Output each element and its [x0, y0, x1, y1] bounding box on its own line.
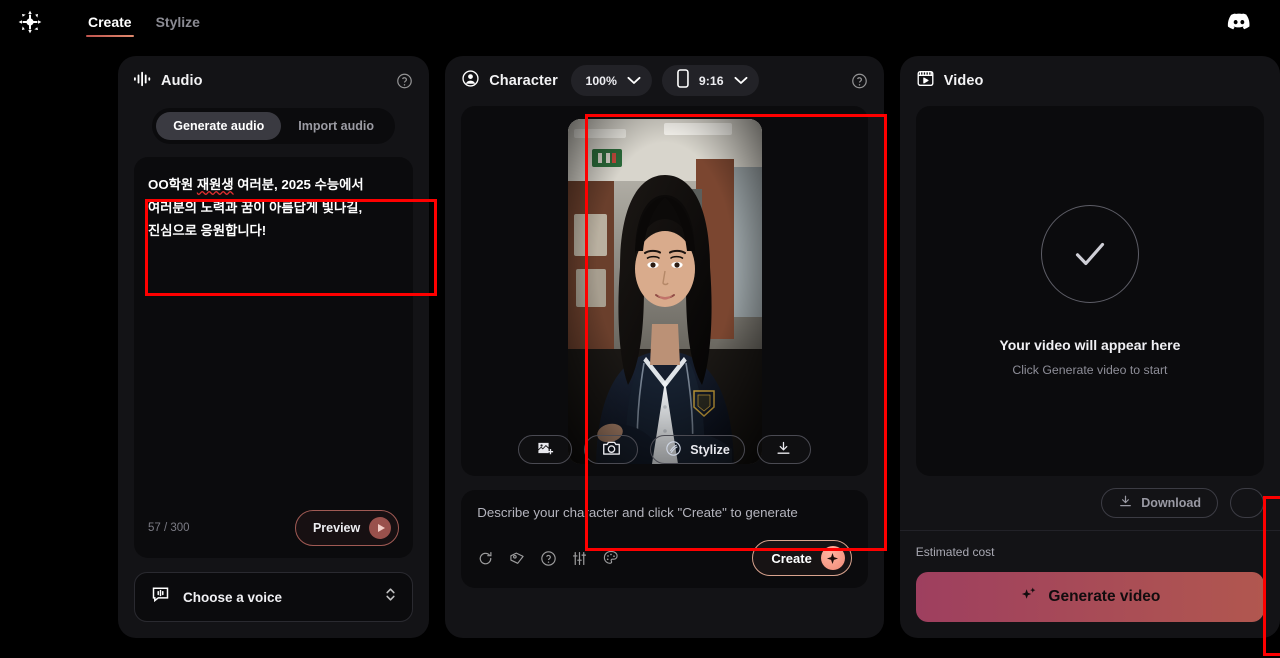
video-empty-state: Your video will appear here Click Genera…: [915, 106, 1264, 476]
video-panel-header: Video: [900, 56, 1280, 106]
check-icon: [1040, 205, 1139, 303]
main-nav: Create Stylize: [76, 0, 212, 44]
waveform-icon: [134, 71, 152, 92]
video-secondary-action-button[interactable]: [1230, 488, 1264, 518]
workspace: Audio Generate audio Import audio OO학원 재…: [0, 44, 1280, 658]
create-button[interactable]: Create: [752, 540, 852, 576]
character-header-controls: 100% 9:16: [570, 65, 759, 96]
character-portrait-image[interactable]: [567, 118, 762, 464]
aspect-ratio-value: 9:16: [698, 73, 724, 88]
audio-card-footer: 57 / 300 Preview: [148, 510, 400, 546]
snowflake-logo[interactable]: [16, 8, 44, 36]
aspect-ratio-dropdown[interactable]: 9:16: [661, 65, 759, 96]
character-prompt-footer: Create: [477, 540, 852, 576]
top-bar: Create Stylize: [0, 0, 1280, 44]
audio-panel: Audio Generate audio Import audio OO학원 재…: [118, 56, 430, 638]
video-actions-row: Download: [900, 476, 1280, 530]
choose-voice-label: Choose a voice: [183, 589, 283, 605]
tag-icon[interactable]: [508, 550, 526, 567]
create-button-label: Create: [771, 550, 812, 566]
nav-tab-create[interactable]: Create: [76, 0, 144, 44]
phone-icon: [677, 68, 689, 93]
video-empty-title: Your video will appear here: [999, 337, 1181, 353]
nav-tab-create-label: Create: [88, 14, 132, 30]
character-panel: Character 100% 9:16 Stylize Describe you…: [445, 56, 884, 638]
video-panel: Video Your video will appear here Click …: [899, 56, 1280, 638]
image-plus-icon: [536, 439, 554, 460]
download-character-button[interactable]: [756, 435, 811, 464]
help-circle-icon[interactable]: [396, 73, 413, 90]
script-misspelled-word: 재원생: [196, 177, 234, 192]
camera-button[interactable]: [584, 435, 639, 464]
stylize-button-label: Stylize: [690, 442, 730, 457]
prompt-icon-row: [477, 549, 620, 567]
add-image-button[interactable]: [518, 435, 573, 464]
video-clapper-icon: [916, 69, 935, 93]
download-video-label: Download: [1141, 496, 1201, 510]
stylize-button[interactable]: Stylize: [650, 435, 745, 464]
video-panel-title: Video: [943, 73, 984, 89]
help-circle-icon[interactable]: [540, 550, 557, 567]
sparkles-icon: [1019, 585, 1038, 609]
camera-icon: [602, 439, 621, 460]
chevron-down-icon: [734, 72, 748, 90]
nav-tab-stylize-label: Stylize: [155, 14, 200, 30]
play-icon: [369, 517, 392, 539]
audio-tabs: Generate audio Import audio: [118, 108, 429, 144]
palette-icon[interactable]: [602, 549, 620, 567]
character-panel-header: Character 100% 9:16: [445, 56, 884, 106]
generate-video-button[interactable]: Generate video: [915, 572, 1264, 622]
chevron-down-icon: [627, 72, 641, 90]
download-icon: [775, 440, 792, 460]
chevron-updown-icon: [384, 586, 397, 608]
zoom-level-dropdown[interactable]: 100%: [570, 65, 652, 96]
character-panel-title: Character: [489, 73, 558, 89]
tab-generate-audio[interactable]: Generate audio: [156, 112, 282, 140]
discord-icon[interactable]: [1226, 9, 1252, 35]
estimated-cost-label: Estimated cost: [915, 545, 995, 559]
character-preview-stage: Stylize: [461, 106, 868, 476]
tab-generate-audio-label: Generate audio: [173, 119, 265, 133]
download-video-button[interactable]: Download: [1101, 488, 1218, 518]
video-empty-subtitle: Click Generate video to start: [1012, 363, 1168, 377]
script-part-a: OO학원: [148, 177, 197, 192]
character-tools: Stylize: [461, 435, 868, 464]
nav-tab-stylize[interactable]: Stylize: [144, 0, 212, 44]
audio-panel-header: Audio: [118, 56, 429, 106]
tab-import-audio-label: Import audio: [298, 119, 374, 133]
user-circle-icon: [461, 69, 480, 93]
download-icon: [1118, 494, 1133, 512]
sliders-icon[interactable]: [571, 550, 588, 567]
preview-button-label: Preview: [312, 521, 361, 535]
audio-panel-title: Audio: [161, 73, 203, 89]
estimated-cost-area: Estimated cost Generate video: [899, 530, 1280, 622]
preview-button[interactable]: Preview: [294, 510, 400, 546]
choose-voice-select[interactable]: Choose a voice: [134, 572, 414, 622]
character-counter: 57 / 300: [148, 522, 190, 534]
character-prompt-placeholder: Describe your character and click "Creat…: [477, 505, 798, 520]
stylize-icon: [665, 440, 682, 460]
character-prompt-box[interactable]: Describe your character and click "Creat…: [461, 490, 868, 588]
audio-script-text[interactable]: OO학원 재원생 여러분, 2025 수능에서 여러분의 노력과 꿈이 아름답게…: [148, 173, 399, 242]
help-circle-icon[interactable]: [851, 73, 868, 90]
generate-video-label: Generate video: [1048, 588, 1161, 605]
tab-import-audio[interactable]: Import audio: [281, 112, 391, 140]
sparkle-icon: [820, 546, 845, 570]
refresh-icon[interactable]: [477, 550, 494, 567]
zoom-level-value: 100%: [585, 73, 617, 88]
voice-chat-icon: [150, 584, 171, 610]
audio-script-card: OO학원 재원생 여러분, 2025 수능에서 여러분의 노력과 꿈이 아름답게…: [134, 157, 414, 558]
